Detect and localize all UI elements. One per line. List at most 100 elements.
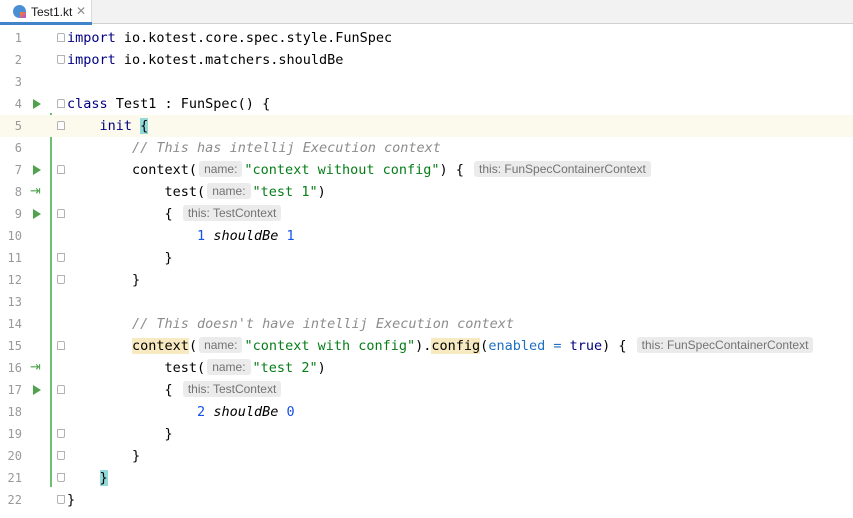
import-path: io.kotest.core.spec.style.FunSpec: [115, 30, 393, 46]
tab-test1-kt[interactable]: Test1.kt ✕: [0, 0, 92, 25]
line-number: 13: [7, 295, 22, 309]
line-number: 5: [14, 119, 22, 133]
code-line-2[interactable]: 2 import io.kotest.matchers.shouldBe: [0, 49, 853, 71]
fold-marker-icon[interactable]: [57, 429, 65, 438]
fold-marker-icon[interactable]: [57, 385, 65, 394]
code-line-19[interactable]: 19 }: [0, 423, 853, 445]
editor-tab-bar: Test1.kt ✕: [0, 0, 853, 25]
line-number: 17: [7, 383, 22, 397]
line-number: 2: [14, 53, 22, 67]
code-line-5[interactable]: 5 init {: [0, 115, 853, 137]
paren: (: [188, 338, 198, 354]
code-line-1[interactable]: 1 import io.kotest.core.spec.style.FunSp…: [0, 27, 853, 49]
code-line-22[interactable]: 22 }: [0, 489, 853, 511]
import-path: io.kotest.matchers.shouldBe: [115, 52, 344, 68]
line-number: 12: [7, 273, 22, 287]
keyword: import: [67, 30, 116, 46]
line-number: 1: [14, 31, 22, 45]
fold-marker-icon[interactable]: [57, 99, 65, 108]
brace: {: [164, 206, 173, 222]
class-declaration: Test1 : FunSpec() {: [107, 96, 271, 112]
string-literal: "test 2": [252, 360, 318, 376]
function-call-warning: context: [132, 338, 189, 354]
code-line-18[interactable]: 18 2 shouldBe 0: [0, 401, 853, 423]
line-number: 10: [7, 229, 22, 243]
code-line-8[interactable]: 8 ⇥ test(name: "test 1"): [0, 181, 853, 203]
run-test-modified-icon[interactable]: ⇥: [30, 361, 41, 375]
code-tail: ) {: [602, 338, 627, 354]
code-tail: ): [317, 184, 326, 200]
line-number: 22: [7, 493, 22, 507]
run-test-icon[interactable]: [33, 99, 41, 109]
code-line-17[interactable]: 17 { this: TestContext: [0, 379, 853, 401]
code-tail: ): [317, 360, 326, 376]
line-number: 18: [7, 405, 22, 419]
comment: // This doesn't have intellij Execution …: [132, 316, 515, 332]
code-line-10[interactable]: 10 1 shouldBe 1: [0, 225, 853, 247]
brace: }: [164, 250, 173, 266]
line-number: 20: [7, 449, 22, 463]
code-editor[interactable]: 1 import io.kotest.core.spec.style.FunSp…: [0, 25, 853, 518]
brace: }: [67, 492, 76, 508]
fold-marker-icon[interactable]: [57, 253, 65, 262]
receiver-hint: this: TestContext: [182, 205, 282, 221]
parameter-hint: name:: [199, 337, 243, 353]
line-number: 16: [7, 361, 22, 375]
code-line-11[interactable]: 11 }: [0, 247, 853, 269]
line-number: 19: [7, 427, 22, 441]
keyword: init: [99, 118, 133, 134]
code-line-16[interactable]: 16 ⇥ test(name: "test 2"): [0, 357, 853, 379]
run-test-icon[interactable]: [33, 385, 41, 395]
fold-marker-icon[interactable]: [57, 121, 65, 130]
code-line-15[interactable]: 15 context(name: "context with config").c…: [0, 335, 853, 357]
brace: {: [164, 382, 173, 398]
keyword: true: [569, 338, 603, 354]
code-tail: ) {: [439, 162, 464, 178]
fold-marker-icon[interactable]: [57, 341, 65, 350]
code-line-9[interactable]: 9 { this: TestContext: [0, 203, 853, 225]
code-mid: ).: [415, 338, 432, 354]
function-call: context(: [132, 162, 198, 178]
function-call-warning: config: [431, 338, 481, 354]
line-number: 21: [7, 471, 22, 485]
line-number: 3: [14, 75, 22, 89]
fold-marker-icon[interactable]: [57, 55, 65, 64]
infix-call: shouldBe: [213, 228, 279, 244]
fold-marker-icon[interactable]: [57, 275, 65, 284]
run-test-modified-icon[interactable]: ⇥: [30, 185, 41, 199]
close-tab-icon[interactable]: ✕: [76, 4, 86, 18]
code-line-20[interactable]: 20 }: [0, 445, 853, 467]
assign-operator: =: [545, 338, 570, 354]
brace: }: [132, 272, 141, 288]
code-line-13[interactable]: 13: [0, 291, 853, 313]
fold-marker-icon[interactable]: [57, 495, 65, 504]
code-line-7[interactable]: 7 context(name: "context without config")…: [0, 159, 853, 181]
named-argument: enabled: [488, 338, 546, 354]
matched-brace: {: [140, 118, 149, 134]
function-call: test(: [164, 184, 206, 200]
parameter-hint: name:: [199, 161, 243, 177]
fold-marker-icon[interactable]: [57, 209, 65, 218]
line-number: 11: [7, 251, 22, 265]
line-number: 14: [7, 317, 22, 331]
number-literal: 0: [286, 404, 295, 420]
fold-marker-icon[interactable]: [57, 473, 65, 482]
code-line-4[interactable]: 4 class Test1 : FunSpec() {: [0, 93, 853, 115]
run-test-icon[interactable]: [33, 165, 41, 175]
string-literal: "test 1": [252, 184, 318, 200]
string-literal: "context without config": [244, 162, 440, 178]
parameter-hint: name:: [207, 183, 251, 199]
code-line-14[interactable]: 14 // This doesn't have intellij Executi…: [0, 313, 853, 335]
fold-marker-icon[interactable]: [57, 165, 65, 174]
code-line-3[interactable]: 3: [0, 71, 853, 93]
fold-marker-icon[interactable]: [57, 451, 65, 460]
brace: }: [164, 426, 173, 442]
code-line-21[interactable]: 21 }: [0, 467, 853, 489]
run-test-icon[interactable]: [33, 209, 41, 219]
receiver-hint: this: TestContext: [182, 381, 282, 397]
fold-marker-icon[interactable]: [57, 33, 65, 42]
code-line-6[interactable]: 6 // This has intellij Execution context: [0, 137, 853, 159]
code-line-12[interactable]: 12 }: [0, 269, 853, 291]
number-literal: 2: [197, 404, 206, 420]
tab-label: Test1.kt: [31, 5, 73, 19]
